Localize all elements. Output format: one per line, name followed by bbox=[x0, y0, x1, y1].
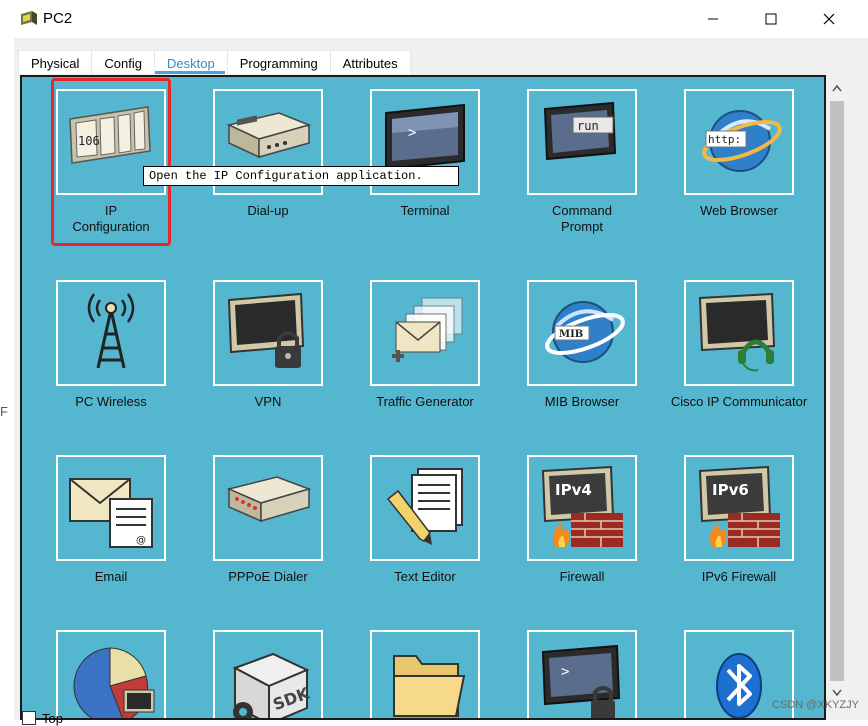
app-label: PC Wireless bbox=[75, 394, 147, 409]
text-editor-icon[interactable] bbox=[370, 455, 480, 561]
chevron-up-icon bbox=[832, 84, 842, 92]
tab-physical[interactable]: Physical bbox=[18, 50, 93, 74]
svg-text:http:: http: bbox=[708, 133, 741, 146]
wireless-tower-icon[interactable] bbox=[56, 280, 166, 386]
svg-text:>: > bbox=[561, 664, 569, 680]
ip-communicator-headset-icon[interactable] bbox=[684, 280, 794, 386]
app-label: PPPoE Dialer bbox=[228, 569, 308, 584]
app-label: Cisco IP Communicator bbox=[670, 394, 808, 409]
minimize-icon bbox=[708, 18, 718, 20]
chevron-down-icon bbox=[832, 689, 842, 697]
minimize-button[interactable] bbox=[684, 0, 742, 38]
app-label: IPv6 Firewall bbox=[701, 569, 777, 584]
maximize-button[interactable] bbox=[742, 0, 800, 38]
svg-text:>: > bbox=[408, 125, 416, 141]
traffic-generator-icon[interactable] bbox=[370, 280, 480, 386]
app-label: Terminal bbox=[400, 203, 450, 218]
scroll-down-button[interactable] bbox=[830, 686, 844, 700]
vpn-lock-icon[interactable] bbox=[213, 280, 323, 386]
active-tab-indicator bbox=[155, 71, 225, 74]
pc2-window: PC2 F Physical Config Desktop Programmin… bbox=[0, 0, 868, 726]
tab-programming[interactable]: Programming bbox=[226, 50, 331, 74]
folder-icon[interactable] bbox=[370, 630, 480, 718]
firewall-ipv4-icon[interactable]: IPv4 bbox=[527, 455, 637, 561]
svg-text:run: run bbox=[577, 119, 599, 133]
email-icon[interactable]: @ bbox=[56, 455, 166, 561]
scroll-thumb[interactable] bbox=[830, 101, 844, 681]
app-label: Email bbox=[94, 569, 128, 584]
firewall-ipv6-icon[interactable]: IPv6 bbox=[684, 455, 794, 561]
command-prompt-icon[interactable]: run bbox=[527, 89, 637, 195]
title-bar[interactable]: PC2 bbox=[0, 0, 868, 38]
background-text-fragment: F bbox=[0, 404, 8, 419]
app-label: Text Editor bbox=[394, 569, 456, 584]
highlight-box bbox=[51, 78, 171, 246]
locked-terminal-icon[interactable]: > bbox=[527, 630, 637, 718]
packet-tracer-pc-icon bbox=[21, 11, 37, 25]
mib-browser-icon[interactable]: MIB bbox=[527, 280, 637, 386]
pppoe-dialer-icon[interactable] bbox=[213, 455, 323, 561]
scroll-up-button[interactable] bbox=[830, 81, 844, 95]
app-label: Command Prompt bbox=[552, 203, 612, 234]
app-label: MIB Browser bbox=[544, 394, 620, 409]
window-title: PC2 bbox=[43, 10, 73, 27]
close-button[interactable] bbox=[800, 0, 858, 38]
web-browser-icon[interactable]: http: bbox=[684, 89, 794, 195]
close-icon bbox=[823, 13, 835, 25]
app-label: Firewall bbox=[559, 569, 605, 584]
tab-attributes[interactable]: Attributes bbox=[329, 50, 411, 74]
app-label: VPN bbox=[254, 394, 282, 409]
app-label: Dial-up bbox=[247, 203, 289, 218]
watermark: CSDN @XKYZJY bbox=[772, 699, 859, 711]
sdk-icon[interactable]: SDK bbox=[213, 630, 323, 718]
app-label: Traffic Generator bbox=[376, 394, 474, 409]
svg-text:@: @ bbox=[136, 535, 146, 546]
svg-text:MIB: MIB bbox=[559, 329, 583, 340]
background-window-edge bbox=[0, 38, 14, 720]
top-checkbox[interactable] bbox=[22, 711, 36, 725]
app-label: Web Browser bbox=[700, 203, 778, 218]
svg-text:IPv4: IPv4 bbox=[555, 481, 592, 499]
maximize-icon bbox=[765, 13, 777, 25]
pie-chart-icon[interactable] bbox=[56, 630, 166, 718]
tooltip: Open the IP Configuration application. bbox=[143, 166, 459, 186]
top-checkbox-label: Top bbox=[42, 711, 63, 726]
svg-text:IPv6: IPv6 bbox=[712, 481, 749, 499]
vertical-scrollbar[interactable] bbox=[826, 75, 848, 720]
tab-config[interactable]: Config bbox=[91, 50, 155, 74]
